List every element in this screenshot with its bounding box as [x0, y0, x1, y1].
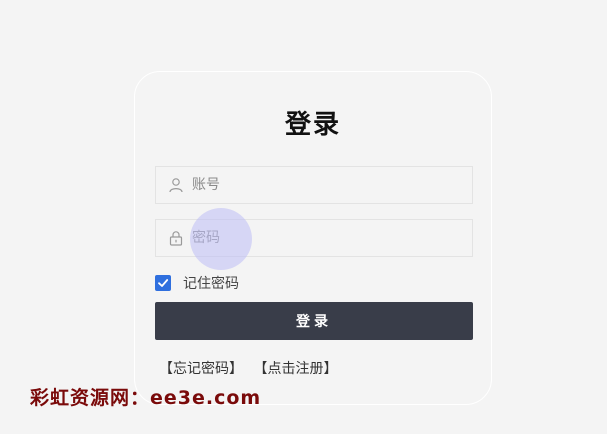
- remember-checkbox[interactable]: [155, 275, 171, 291]
- password-input[interactable]: [192, 220, 462, 256]
- checkmark-icon: [158, 279, 169, 287]
- lock-icon: [168, 230, 184, 246]
- username-input[interactable]: [192, 167, 462, 203]
- login-card: 登录 记住密码 登录 【忘记密码】 【点: [134, 71, 492, 405]
- login-button[interactable]: 登录: [155, 302, 473, 340]
- remember-label: 记住密码: [183, 276, 239, 292]
- login-title: 登录: [284, 110, 341, 140]
- remember-password[interactable]: 记住密码: [155, 274, 239, 292]
- forgot-password-link[interactable]: 【忘记密码】: [159, 361, 243, 377]
- username-field[interactable]: [155, 166, 473, 204]
- user-icon: [168, 177, 184, 193]
- password-field[interactable]: [155, 219, 473, 257]
- auth-links: 【忘记密码】 【点击注册】: [159, 358, 343, 378]
- register-link[interactable]: 【点击注册】: [253, 361, 337, 377]
- watermark-text: 彩虹资源网：ee3e.com: [30, 387, 262, 409]
